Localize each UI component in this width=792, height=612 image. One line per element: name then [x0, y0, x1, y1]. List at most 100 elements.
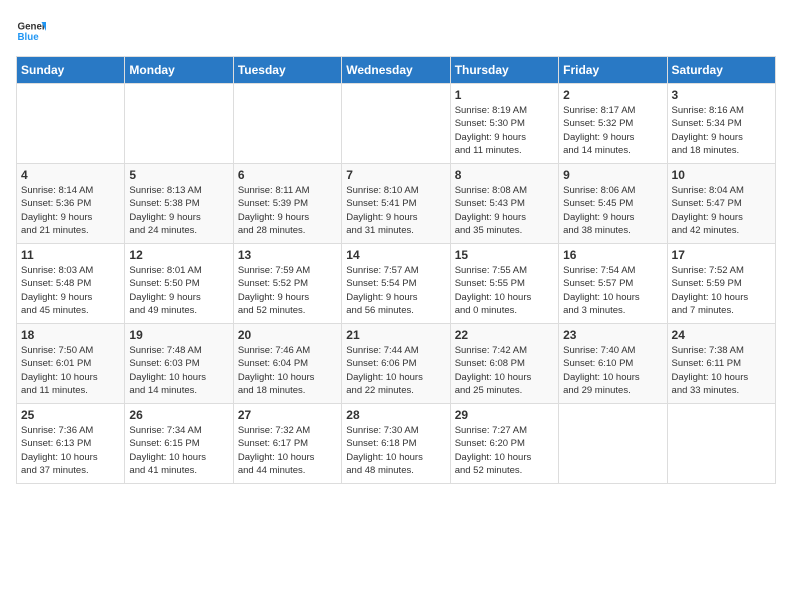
day-number: 14 — [346, 248, 445, 262]
weekday-header-friday: Friday — [559, 57, 667, 84]
calendar-cell: 16Sunrise: 7:54 AM Sunset: 5:57 PM Dayli… — [559, 244, 667, 324]
day-number: 24 — [672, 328, 771, 342]
weekday-header-wednesday: Wednesday — [342, 57, 450, 84]
day-number: 8 — [455, 168, 554, 182]
calendar-cell: 23 Sunrise: 7:40 AM Sunset: 6:10 PM Dayli… — [559, 324, 667, 404]
calendar-week-4: 18 Sunrise: 7:50 AM Sunset: 6:01 PM Dayli… — [17, 324, 776, 404]
day-info: Sunrise: 8:10 AM Sunset: 5:41 PM Dayligh… — [346, 184, 445, 237]
calendar-week-2: 4 Sunrise: 8:14 AM Sunset: 5:36 PM Daylig… — [17, 164, 776, 244]
page-header: General Blue — [16, 16, 776, 46]
day-number: 16 — [563, 248, 662, 262]
day-info: Sunrise: 8:14 AM Sunset: 5:36 PM Dayligh… — [21, 184, 120, 237]
day-number: 17 — [672, 248, 771, 262]
day-info: Sunrise: 7:57 AM Sunset: 5:54 PM Dayligh… — [346, 264, 445, 317]
day-number: 22 — [455, 328, 554, 342]
svg-text:Blue: Blue — [18, 32, 40, 43]
calendar-cell: 14 Sunrise: 7:57 AM Sunset: 5:54 PM Dayli… — [342, 244, 450, 324]
calendar-cell: 7 Sunrise: 8:10 AM Sunset: 5:41 PM Daylig… — [342, 164, 450, 244]
calendar-cell: 22 Sunrise: 7:42 AM Sunset: 6:08 PM Dayli… — [450, 324, 558, 404]
weekday-header-saturday: Saturday — [667, 57, 775, 84]
day-number: 19 — [129, 328, 228, 342]
day-info: Sunrise: 8:06 AM Sunset: 5:45 PM Dayligh… — [563, 184, 662, 237]
calendar-cell: 29Sunrise: 7:27 AM Sunset: 6:20 PM Dayli… — [450, 404, 558, 484]
day-info: Sunrise: 8:13 AM Sunset: 5:38 PM Dayligh… — [129, 184, 228, 237]
calendar-cell — [559, 404, 667, 484]
calendar-week-3: 11 Sunrise: 8:03 AM Sunset: 5:48 PM Dayli… — [17, 244, 776, 324]
calendar-cell: 5 Sunrise: 8:13 AM Sunset: 5:38 PM Daylig… — [125, 164, 233, 244]
day-number: 2 — [563, 88, 662, 102]
svg-text:General: General — [18, 22, 47, 33]
calendar-cell: 2 Sunrise: 8:17 AM Sunset: 5:32 PM Daylig… — [559, 84, 667, 164]
calendar-cell — [342, 84, 450, 164]
day-info: Sunrise: 7:42 AM Sunset: 6:08 PM Dayligh… — [455, 344, 554, 397]
day-number: 20 — [238, 328, 337, 342]
day-number: 21 — [346, 328, 445, 342]
calendar-cell — [17, 84, 125, 164]
logo-icon: General Blue — [16, 16, 46, 46]
day-info: Sunrise: 8:01 AM Sunset: 5:50 PM Dayligh… — [129, 264, 228, 317]
day-info: Sunrise: 7:38 AM Sunset: 6:11 PM Dayligh… — [672, 344, 771, 397]
day-info: Sunrise: 7:32 AM Sunset: 6:17 PM Dayligh… — [238, 424, 337, 477]
day-number: 23 — [563, 328, 662, 342]
day-info: Sunrise: 7:48 AM Sunset: 6:03 PM Dayligh… — [129, 344, 228, 397]
calendar-cell: 27Sunrise: 7:32 AM Sunset: 6:17 PM Dayli… — [233, 404, 341, 484]
calendar-cell: 18 Sunrise: 7:50 AM Sunset: 6:01 PM Dayli… — [17, 324, 125, 404]
day-number: 1 — [455, 88, 554, 102]
calendar-cell: 3 Sunrise: 8:16 AM Sunset: 5:34 PM Daylig… — [667, 84, 775, 164]
calendar-cell: 26 Sunrise: 7:34 AM Sunset: 6:15 PM Dayli… — [125, 404, 233, 484]
day-number: 26 — [129, 408, 228, 422]
day-number: 13 — [238, 248, 337, 262]
day-info: Sunrise: 8:03 AM Sunset: 5:48 PM Dayligh… — [21, 264, 120, 317]
day-number: 3 — [672, 88, 771, 102]
calendar-table: SundayMondayTuesdayWednesdayThursdayFrid… — [16, 56, 776, 484]
day-number: 5 — [129, 168, 228, 182]
day-number: 7 — [346, 168, 445, 182]
calendar-cell: 8 Sunrise: 8:08 AM Sunset: 5:43 PM Daylig… — [450, 164, 558, 244]
calendar-cell: 1 Sunrise: 8:19 AM Sunset: 5:30 PM Daylig… — [450, 84, 558, 164]
day-info: Sunrise: 7:34 AM Sunset: 6:15 PM Dayligh… — [129, 424, 228, 477]
calendar-cell: 17 Sunrise: 7:52 AM Sunset: 5:59 PM Dayli… — [667, 244, 775, 324]
calendar-cell: 4 Sunrise: 8:14 AM Sunset: 5:36 PM Daylig… — [17, 164, 125, 244]
day-info: Sunrise: 7:50 AM Sunset: 6:01 PM Dayligh… — [21, 344, 120, 397]
calendar-week-5: 25Sunrise: 7:36 AM Sunset: 6:13 PM Dayli… — [17, 404, 776, 484]
day-info: Sunrise: 7:52 AM Sunset: 5:59 PM Dayligh… — [672, 264, 771, 317]
logo: General Blue — [16, 16, 46, 46]
calendar-week-1: 1 Sunrise: 8:19 AM Sunset: 5:30 PM Daylig… — [17, 84, 776, 164]
calendar-cell: 9 Sunrise: 8:06 AM Sunset: 5:45 PM Daylig… — [559, 164, 667, 244]
calendar-cell: 10 Sunrise: 8:04 AM Sunset: 5:47 PM Dayli… — [667, 164, 775, 244]
day-info: Sunrise: 8:17 AM Sunset: 5:32 PM Dayligh… — [563, 104, 662, 157]
calendar-cell — [667, 404, 775, 484]
day-info: Sunrise: 8:08 AM Sunset: 5:43 PM Dayligh… — [455, 184, 554, 237]
calendar-cell: 19 Sunrise: 7:48 AM Sunset: 6:03 PM Dayli… — [125, 324, 233, 404]
day-info: Sunrise: 8:16 AM Sunset: 5:34 PM Dayligh… — [672, 104, 771, 157]
day-info: Sunrise: 7:30 AM Sunset: 6:18 PM Dayligh… — [346, 424, 445, 477]
day-number: 11 — [21, 248, 120, 262]
calendar-cell: 6Sunrise: 8:11 AM Sunset: 5:39 PM Daylig… — [233, 164, 341, 244]
calendar-cell: 12Sunrise: 8:01 AM Sunset: 5:50 PM Dayli… — [125, 244, 233, 324]
day-number: 29 — [455, 408, 554, 422]
day-number: 4 — [21, 168, 120, 182]
calendar-cell: 28 Sunrise: 7:30 AM Sunset: 6:18 PM Dayli… — [342, 404, 450, 484]
calendar-cell: 13 Sunrise: 7:59 AM Sunset: 5:52 PM Dayli… — [233, 244, 341, 324]
calendar-cell: 21Sunrise: 7:44 AM Sunset: 6:06 PM Dayli… — [342, 324, 450, 404]
day-number: 18 — [21, 328, 120, 342]
day-info: Sunrise: 8:19 AM Sunset: 5:30 PM Dayligh… — [455, 104, 554, 157]
day-info: Sunrise: 7:36 AM Sunset: 6:13 PM Dayligh… — [21, 424, 120, 477]
day-info: Sunrise: 7:40 AM Sunset: 6:10 PM Dayligh… — [563, 344, 662, 397]
day-number: 15 — [455, 248, 554, 262]
day-info: Sunrise: 7:59 AM Sunset: 5:52 PM Dayligh… — [238, 264, 337, 317]
day-number: 9 — [563, 168, 662, 182]
weekday-header-sunday: Sunday — [17, 57, 125, 84]
day-info: Sunrise: 8:04 AM Sunset: 5:47 PM Dayligh… — [672, 184, 771, 237]
day-number: 28 — [346, 408, 445, 422]
calendar-cell — [233, 84, 341, 164]
calendar-cell: 25Sunrise: 7:36 AM Sunset: 6:13 PM Dayli… — [17, 404, 125, 484]
weekday-header-tuesday: Tuesday — [233, 57, 341, 84]
day-info: Sunrise: 7:55 AM Sunset: 5:55 PM Dayligh… — [455, 264, 554, 317]
day-number: 10 — [672, 168, 771, 182]
weekday-header-monday: Monday — [125, 57, 233, 84]
calendar-cell: 20Sunrise: 7:46 AM Sunset: 6:04 PM Dayli… — [233, 324, 341, 404]
calendar-cell: 11 Sunrise: 8:03 AM Sunset: 5:48 PM Dayli… — [17, 244, 125, 324]
day-number: 6 — [238, 168, 337, 182]
weekday-header-thursday: Thursday — [450, 57, 558, 84]
